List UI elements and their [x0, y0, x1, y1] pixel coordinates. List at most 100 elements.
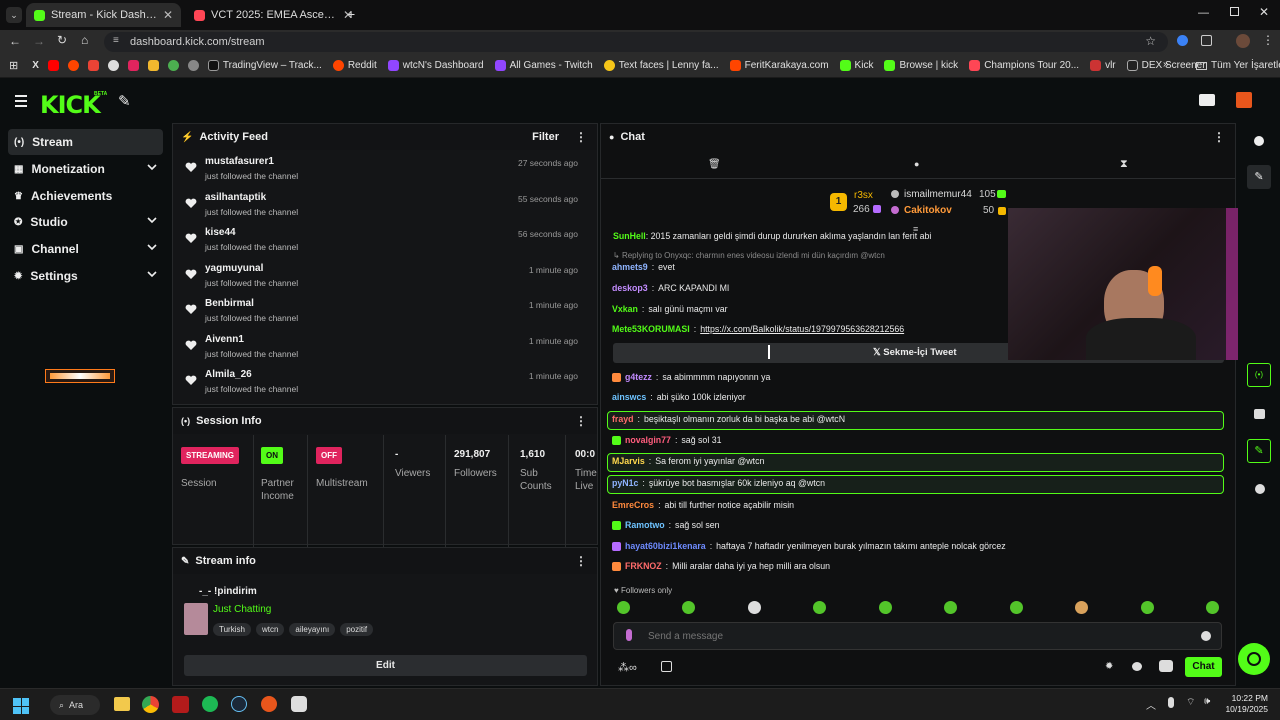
- stream-preview-icon[interactable]: [1199, 94, 1215, 106]
- wrench-icon[interactable]: ✎: [1247, 439, 1271, 463]
- chat-username[interactable]: hayat60bizi1kenara: [625, 541, 706, 551]
- extension-icon[interactable]: [1177, 35, 1188, 46]
- bookmark-kick[interactable]: Kick: [839, 60, 873, 71]
- chat-username[interactable]: MJarvis: [612, 456, 645, 466]
- new-tab-icon[interactable]: +: [347, 6, 355, 22]
- follower-name[interactable]: kise44: [205, 227, 236, 238]
- chat-bubble-icon[interactable]: [1132, 662, 1142, 671]
- chat-username[interactable]: FRKNOZ: [625, 561, 662, 571]
- emote-icon[interactable]: [1010, 601, 1023, 614]
- file-explorer-icon[interactable]: [114, 697, 130, 711]
- filter-button[interactable]: Filter: [532, 131, 559, 143]
- follower-name[interactable]: Almila_26: [205, 369, 252, 380]
- emote-icon[interactable]: [1206, 601, 1219, 614]
- bookmark-tradingview[interactable]: TradingView – Track...: [207, 60, 322, 71]
- bookmark-youtube[interactable]: [47, 60, 59, 71]
- tag-aileyayini[interactable]: aileyayını: [289, 623, 336, 636]
- bookmark-star-icon[interactable]: ☆: [1145, 34, 1156, 48]
- bookmark-wtcn-dashboard[interactable]: wtcN's Dashboard: [387, 60, 484, 71]
- minimize-icon[interactable]: —: [1198, 7, 1209, 19]
- send-chat-button[interactable]: Chat: [1185, 657, 1222, 677]
- edit-pencil-icon[interactable]: ✎: [1247, 165, 1271, 189]
- browser-menu-icon[interactable]: ⋮: [1262, 33, 1274, 47]
- hamburger-menu-icon[interactable]: [15, 95, 27, 107]
- edit-stream-button[interactable]: Edit: [184, 655, 587, 676]
- tab-kick-dashboard[interactable]: Stream - Kick Dashboard ✕: [26, 3, 181, 27]
- close-tab-icon[interactable]: ✕: [163, 8, 173, 22]
- chat-username[interactable]: ainswcs: [612, 392, 646, 402]
- category-link[interactable]: Just Chatting: [213, 604, 271, 615]
- emote-icon[interactable]: [748, 601, 761, 614]
- broadcast-icon[interactable]: (•): [1247, 363, 1271, 387]
- chat-username[interactable]: Ramotwo: [625, 520, 665, 530]
- slow-mode-icon[interactable]: ⧗: [1120, 158, 1128, 171]
- kick-logo[interactable]: KICK: [40, 91, 101, 119]
- sidebar-item-settings[interactable]: ✹ Settings: [8, 263, 163, 289]
- more-options-icon[interactable]: ⋮: [575, 555, 587, 567]
- chrome-icon[interactable]: [142, 696, 159, 713]
- bookmark-gmail[interactable]: [87, 60, 99, 71]
- extensions-puzzle-icon[interactable]: [1201, 35, 1212, 46]
- info-icon[interactable]: [1254, 136, 1264, 146]
- help-chat-button[interactable]: [1238, 643, 1270, 675]
- all-bookmarks-folder[interactable]: Tüm Yer İşaretleri: [1196, 60, 1280, 71]
- sidebar-item-achievements[interactable]: ♛ Achievements: [8, 183, 163, 209]
- network-icon[interactable]: ⌔: [1186, 696, 1195, 709]
- leader-3-name[interactable]: Cakitokov: [904, 205, 952, 216]
- emote-icon[interactable]: [944, 601, 957, 614]
- bookmark-reddit[interactable]: Reddit: [332, 60, 377, 71]
- follower-name[interactable]: yagmuyunal: [205, 263, 263, 274]
- chat-username[interactable]: ahmets9: [612, 262, 648, 272]
- sidebar-item-stream[interactable]: (•) Stream: [8, 129, 163, 155]
- bookmark-text-faces[interactable]: Text faces | Lenny fa...: [603, 60, 719, 71]
- clipboard-icon[interactable]: [1254, 409, 1265, 419]
- emoji-icon[interactable]: [1201, 631, 1211, 641]
- emote-icon[interactable]: [1141, 601, 1154, 614]
- emote-icon[interactable]: [1075, 601, 1088, 614]
- follower-name[interactable]: asilhantaptik: [205, 192, 266, 203]
- bookmark-feritkarakaya[interactable]: FeritKarakaya.com: [729, 60, 829, 71]
- chat-input-box[interactable]: [613, 622, 1222, 650]
- trash-icon[interactable]: 🗑: [708, 159, 721, 170]
- obs-app-icon[interactable]: [172, 696, 189, 713]
- activity-feed-item[interactable]: Almila_26 just followed the channel 1 minu…: [173, 364, 588, 398]
- chat-username[interactable]: EmreCros: [612, 500, 654, 510]
- forward-icon[interactable]: →: [33, 34, 45, 48]
- tab-search-button[interactable]: ⌄: [6, 7, 22, 23]
- chat-username[interactable]: novalgin77: [625, 435, 671, 445]
- tag-wtcn[interactable]: wtcn: [255, 623, 285, 636]
- chat-username[interactable]: Mete53KORUMASI: [612, 324, 690, 334]
- chat-username[interactable]: pyN1c: [612, 478, 638, 488]
- url-input[interactable]: ≡ dashboard.kick.com/stream ☆: [104, 32, 1168, 52]
- more-options-icon[interactable]: ⋮: [575, 131, 587, 143]
- follower-name[interactable]: Aivenn1: [205, 334, 244, 345]
- bookmark-champions-tour[interactable]: Champions Tour 20...: [969, 60, 1079, 71]
- bookmark-x[interactable]: X: [32, 60, 39, 71]
- emote-icon[interactable]: [617, 601, 630, 614]
- bookmark-android[interactable]: [167, 60, 179, 71]
- home-icon[interactable]: ⌂: [81, 33, 88, 47]
- windows-start-icon[interactable]: [13, 698, 29, 714]
- emote-icon[interactable]: [813, 601, 826, 614]
- store-icon[interactable]: [661, 661, 672, 672]
- microphone-icon[interactable]: [1168, 697, 1174, 708]
- follower-name[interactable]: Benbirmal: [205, 298, 254, 309]
- more-bookmarks-icon[interactable]: »: [1163, 59, 1169, 70]
- sidebar-item-monetization[interactable]: ▦ Monetization: [8, 156, 163, 182]
- channel-avatar[interactable]: [1236, 92, 1252, 108]
- kicks-icon[interactable]: [1159, 660, 1173, 672]
- bookmark-browse-kick[interactable]: Browse | kick: [884, 60, 958, 71]
- chat-username[interactable]: SunHell: [613, 231, 646, 241]
- bookmark-reddit-icon[interactable]: [67, 60, 79, 71]
- sidebar-item-studio[interactable]: ✪ Studio: [8, 209, 163, 235]
- sidebar-item-channel[interactable]: ▣ Channel: [8, 236, 163, 262]
- leader-1-name[interactable]: r3sx: [854, 190, 873, 201]
- volume-icon[interactable]: 🕪: [1204, 696, 1210, 707]
- leader-2-name[interactable]: ismailmemur44: [904, 189, 972, 200]
- chat-mode-icon[interactable]: ●: [914, 159, 919, 169]
- chat-message-input[interactable]: [646, 627, 1186, 645]
- chat-username[interactable]: Vxkan: [612, 304, 638, 314]
- chat-username[interactable]: g4tezz: [625, 372, 652, 382]
- connections-icon[interactable]: ⁂∞: [618, 661, 637, 674]
- maximize-icon[interactable]: [1230, 7, 1239, 16]
